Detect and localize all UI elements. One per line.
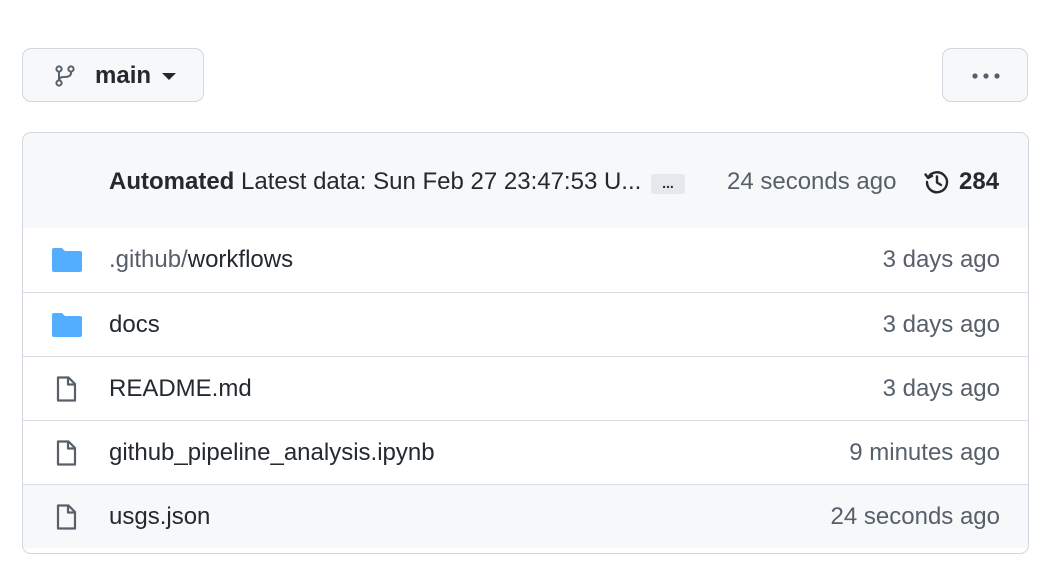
commit-count: 284 xyxy=(959,168,1000,195)
commit-time[interactable]: 24 seconds ago xyxy=(727,168,896,196)
file-row[interactable]: github_pipeline_analysis.ipynb 9 minutes… xyxy=(23,420,1028,484)
file-name-link[interactable]: github_pipeline_analysis.ipynb xyxy=(109,439,435,467)
file-row[interactable]: docs 3 days ago xyxy=(23,292,1028,356)
file-icon xyxy=(56,504,77,530)
expand-commit-message-button[interactable]: ... xyxy=(651,174,685,194)
file-browser: Automated Latest data: Sun Feb 27 23:47:… xyxy=(22,132,1029,554)
path-prefix: .github/ xyxy=(109,246,188,273)
file-row[interactable]: README.md 3 days ago xyxy=(23,356,1028,420)
folder-icon xyxy=(52,248,82,272)
last-modified[interactable]: 3 days ago xyxy=(883,375,1000,403)
commit-summary: Automated Latest data: Sun Feb 27 23:47:… xyxy=(109,168,641,196)
file-icon xyxy=(56,376,77,402)
git-branch-icon xyxy=(55,65,75,87)
history-icon xyxy=(924,171,949,194)
file-name-link[interactable]: .github/workflows xyxy=(109,246,293,274)
last-modified[interactable]: 3 days ago xyxy=(883,311,1000,339)
branch-selector-button[interactable]: main xyxy=(22,48,204,102)
last-modified[interactable]: 9 minutes ago xyxy=(849,439,1000,467)
chevron-down-icon xyxy=(162,73,176,80)
last-modified[interactable]: 3 days ago xyxy=(883,246,1000,274)
file-row[interactable]: .github/workflows 3 days ago xyxy=(23,228,1028,292)
file-name-link[interactable]: README.md xyxy=(109,375,252,403)
last-modified[interactable]: 24 seconds ago xyxy=(831,503,1000,531)
commit-message[interactable]: Latest data: Sun Feb 27 23:47:53 U... xyxy=(241,168,641,195)
commit-history-link[interactable]: 284 xyxy=(923,167,999,197)
repo-toolbar: main xyxy=(0,0,1052,132)
folder-icon xyxy=(52,313,82,337)
latest-commit-bar: Automated Latest data: Sun Feb 27 23:47:… xyxy=(23,133,1028,229)
kebab-horizontal-icon xyxy=(972,73,1000,79)
file-name-link[interactable]: usgs.json xyxy=(109,503,210,531)
file-icon xyxy=(56,440,77,466)
more-options-button[interactable] xyxy=(942,48,1028,102)
path-name: workflows xyxy=(187,246,294,273)
branch-name: main xyxy=(95,62,152,89)
file-name-link[interactable]: docs xyxy=(109,311,160,339)
file-row[interactable]: usgs.json 24 seconds ago xyxy=(23,484,1028,548)
commit-author[interactable]: Automated xyxy=(109,168,234,195)
